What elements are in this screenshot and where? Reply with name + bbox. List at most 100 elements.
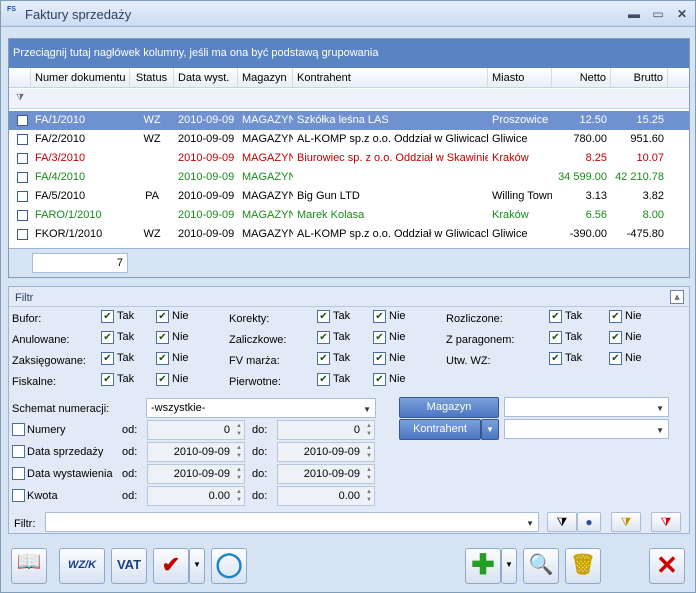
title-bar[interactable]: FS Faktury sprzedaży ▬ ▭ ✕ [1, 1, 695, 27]
range-to-input[interactable]: 2010-09-09 ▲ ▼ [277, 464, 375, 484]
flag-checkbox-nie[interactable]: ✔ [156, 352, 169, 365]
header-status[interactable]: Status [130, 68, 174, 88]
flag-checkbox-nie[interactable]: ✔ [156, 331, 169, 344]
range-from-input[interactable]: 2010-09-09 ▲ ▼ [147, 464, 245, 484]
magazyn-button[interactable]: Magazyn [399, 397, 499, 418]
kontrahent-dropdown[interactable]: ▼ [481, 419, 499, 440]
spinner-arrows-icon[interactable]: ▲ ▼ [236, 444, 242, 460]
range-from-input[interactable]: 0 ▲ ▼ [147, 420, 245, 440]
spinner-arrows-icon[interactable]: ▲ ▼ [366, 466, 372, 482]
flag-checkbox-tak[interactable]: ✔ [317, 373, 330, 386]
range-checkbox[interactable] [12, 423, 25, 436]
row-checkbox[interactable] [13, 130, 31, 149]
spinner-arrows-icon[interactable]: ▲ ▼ [366, 444, 372, 460]
spinner-arrows-icon[interactable]: ▲ ▼ [236, 488, 242, 504]
collapse-filter-icon[interactable]: ⩓ [670, 290, 684, 304]
flag-checkbox-tak[interactable]: ✔ [549, 310, 562, 323]
table-row[interactable]: FA/5/2010 PA 2010-09-09 MAGAZYN Big Gun LTD W… [9, 187, 689, 206]
maximize-icon[interactable]: ▭ [649, 5, 667, 23]
filter-row-icon[interactable]: ⧩ [16, 92, 24, 103]
approve-dropdown[interactable]: ▼ [189, 548, 205, 584]
wzk-button[interactable]: WZ/K [59, 548, 105, 584]
flag-checkbox-nie[interactable]: ✔ [373, 331, 386, 344]
row-checkbox[interactable] [13, 225, 31, 244]
group-by-area[interactable]: Przeciągnij tutaj nagłówek kolumny, jeśl… [9, 39, 689, 68]
flag-checkbox-tak[interactable]: ✔ [317, 331, 330, 344]
table-row[interactable]: FARO/1/2010 2010-09-09 MAGAZYN Marek Kolasa… [9, 206, 689, 225]
spinner-arrows-icon[interactable]: ▲ ▼ [236, 466, 242, 482]
range-checkbox[interactable] [12, 489, 25, 502]
table-row[interactable]: FA/2/2010 WZ 2010-09-09 MAGAZYN AL-KOMP sp.z… [9, 130, 689, 149]
approve-checkmark-icon[interactable]: ✔ [153, 548, 189, 584]
range-from-input[interactable]: 0.00 ▲ ▼ [147, 486, 245, 506]
header-brutto[interactable]: Brutto [611, 68, 668, 88]
flag-checkbox-nie[interactable]: ✔ [373, 373, 386, 386]
flag-checkbox-nie[interactable]: ✔ [609, 331, 622, 344]
range-to-input[interactable]: 2010-09-09 ▲ ▼ [277, 442, 375, 462]
clear-filter-icon[interactable]: ⧩ [651, 512, 681, 532]
row-checkbox[interactable] [13, 149, 31, 168]
filtr-combo[interactable]: ▼ [45, 512, 539, 532]
flag-checkbox-tak[interactable]: ✔ [101, 373, 114, 386]
row-checkbox[interactable] [13, 111, 31, 130]
apply-filter-icon[interactable]: ⧩ [547, 512, 577, 532]
grid-filter-row[interactable]: ⧩ [9, 89, 689, 109]
row-checkbox[interactable] [13, 206, 31, 225]
trash-icon[interactable]: 🗑 [565, 548, 601, 584]
header-netto[interactable]: Netto [552, 68, 611, 88]
cell-netto: 34 599.00 [558, 171, 607, 183]
cell-status [130, 168, 174, 187]
header-data[interactable]: Data wyst. [174, 68, 238, 88]
flag-checkbox-tak[interactable]: ✔ [101, 331, 114, 344]
range-to-input[interactable]: 0 ▲ ▼ [277, 420, 375, 440]
flag-checkbox-tak[interactable]: ✔ [549, 331, 562, 344]
close-window-icon[interactable]: ✕ [649, 548, 685, 584]
spinner-arrows-icon[interactable]: ▲ ▼ [366, 422, 372, 438]
flag-checkbox-nie[interactable]: ✔ [609, 352, 622, 365]
header-kontrahent[interactable]: Kontrahent [293, 68, 488, 88]
filter-builder-icon[interactable]: ⧩ [611, 512, 641, 532]
add-dropdown[interactable]: ▼ [501, 548, 517, 584]
vat-button[interactable]: VAT [111, 548, 147, 584]
flag-checkbox-tak[interactable]: ✔ [101, 352, 114, 365]
add-icon[interactable]: ✚ [465, 548, 501, 584]
header-miasto[interactable]: Miasto [488, 68, 552, 88]
row-checkbox[interactable] [13, 187, 31, 206]
do-label: do: [252, 490, 268, 502]
spinner-arrows-icon[interactable]: ▲ ▼ [366, 488, 372, 504]
header-select[interactable] [9, 68, 31, 88]
magazyn-combo[interactable]: ▼ [504, 397, 669, 417]
range-checkbox[interactable] [12, 467, 25, 480]
table-row[interactable]: FA/1/2010 WZ 2010-09-09 MAGAZYN Szkółka leśn… [9, 111, 689, 130]
cell-magazyn: MAGAZYN [242, 133, 293, 145]
header-magazyn[interactable]: Magazyn [238, 68, 293, 88]
magnifier-icon[interactable]: 🔍 [523, 548, 559, 584]
kontrahent-button[interactable]: Kontrahent [399, 419, 481, 440]
flag-checkbox-nie[interactable]: ✔ [373, 310, 386, 323]
flag-checkbox-tak[interactable]: ✔ [101, 310, 114, 323]
flag-checkbox-tak[interactable]: ✔ [317, 310, 330, 323]
table-row[interactable]: FA/4/2010 2010-09-09 MAGAZYN 34 599.00 42 21… [9, 168, 689, 187]
schemat-combo[interactable]: -wszystkie- ▼ [146, 398, 376, 418]
refresh-icon[interactable]: ◯ [211, 548, 247, 584]
spinner-arrows-icon[interactable]: ▲ ▼ [236, 422, 242, 438]
row-checkbox[interactable] [13, 168, 31, 187]
range-to-input[interactable]: 0.00 ▲ ▼ [277, 486, 375, 506]
range-checkbox[interactable] [12, 445, 25, 458]
range-from-input[interactable]: 2010-09-09 ▲ ▼ [147, 442, 245, 462]
filter-button-icon[interactable]: ● [577, 512, 601, 532]
close-icon[interactable]: ✕ [673, 5, 691, 23]
kontrahent-combo[interactable]: ▼ [504, 419, 669, 439]
minimize-icon[interactable]: ▬ [625, 5, 643, 23]
table-row[interactable]: FKOR/1/2010 WZ 2010-09-09 MAGAZYN AL-KOMP sp… [9, 225, 689, 244]
flag-checkbox-nie[interactable]: ✔ [156, 373, 169, 386]
book-icon[interactable]: 📖 [11, 548, 47, 584]
flag-checkbox-nie[interactable]: ✔ [609, 310, 622, 323]
flag-checkbox-tak[interactable]: ✔ [549, 352, 562, 365]
flag-checkbox-nie[interactable]: ✔ [373, 352, 386, 365]
header-numer[interactable]: Numer dokumentu [31, 68, 130, 88]
range-label: Data wystawienia [27, 468, 113, 480]
table-row[interactable]: FA/3/2010 2010-09-09 MAGAZYN Biurowiec sp. … [9, 149, 689, 168]
flag-checkbox-tak[interactable]: ✔ [317, 352, 330, 365]
flag-checkbox-nie[interactable]: ✔ [156, 310, 169, 323]
